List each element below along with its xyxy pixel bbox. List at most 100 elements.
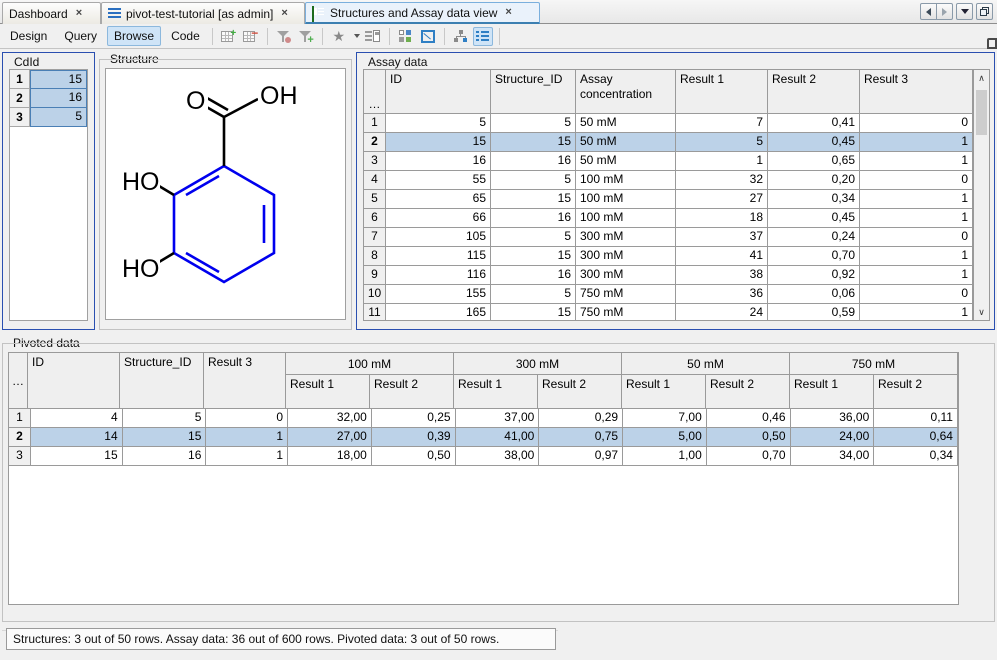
table-cell[interactable]: 55: [386, 171, 491, 190]
table-cell[interactable]: 750 mM: [576, 304, 676, 321]
pivot-col-header[interactable]: Result 3: [204, 353, 286, 409]
assay-col-header[interactable]: ID: [386, 70, 491, 114]
popout-button[interactable]: [418, 27, 438, 46]
table-cell[interactable]: 41: [676, 247, 768, 266]
table-cell[interactable]: 5: [491, 171, 576, 190]
table-cell[interactable]: 5: [491, 114, 576, 133]
table-cell[interactable]: 32: [676, 171, 768, 190]
assay-col-header[interactable]: Structure_ID: [491, 70, 576, 114]
grid-view-button[interactable]: [473, 27, 493, 46]
pivot-col-header[interactable]: Structure_ID: [120, 353, 204, 409]
table-cell[interactable]: 66: [386, 209, 491, 228]
scroll-down-button[interactable]: ∨: [974, 304, 989, 320]
table-cell[interactable]: 18,00: [288, 447, 372, 466]
pivot-group-header[interactable]: 100 mM: [286, 353, 454, 375]
table-cell[interactable]: 36: [676, 285, 768, 304]
table-cell[interactable]: 16: [491, 152, 576, 171]
table-cell[interactable]: 16: [491, 266, 576, 285]
table-cell[interactable]: 16: [491, 209, 576, 228]
table-row[interactable]: 1116515750 mM240,591: [364, 304, 973, 321]
table-cell[interactable]: 1: [860, 133, 973, 152]
tab-pivot-test-tutorial[interactable]: pivot-test-tutorial [as admin] ×: [101, 2, 305, 24]
table-row[interactable]: 3161650 mM10,651: [364, 152, 973, 171]
table-cell[interactable]: 0,70: [707, 447, 791, 466]
table-cell[interactable]: 0,45: [768, 133, 860, 152]
cdid-value[interactable]: 15: [30, 70, 87, 89]
pivot-sub-header[interactable]: Result 1: [454, 375, 538, 409]
table-cell[interactable]: 0,92: [768, 266, 860, 285]
table-cell[interactable]: 1: [206, 447, 288, 466]
table-cell[interactable]: 15: [31, 447, 123, 466]
table-cell[interactable]: 100 mM: [576, 171, 676, 190]
table-cell[interactable]: 0,20: [768, 171, 860, 190]
table-cell[interactable]: 37,00: [456, 409, 540, 428]
table-cell[interactable]: 300 mM: [576, 247, 676, 266]
menu-browse[interactable]: Browse: [107, 26, 161, 46]
cdid-row[interactable]: 1 15: [10, 70, 87, 89]
menu-design[interactable]: Design: [3, 26, 54, 46]
table-row[interactable]: 31516118,000,5038,000,971,000,7034,000,3…: [9, 447, 958, 466]
table-cell[interactable]: 7: [676, 114, 768, 133]
table-cell[interactable]: 41,00: [456, 428, 540, 447]
table-row[interactable]: 66616100 mM180,451: [364, 209, 973, 228]
table-cell[interactable]: 1: [860, 209, 973, 228]
table-cell[interactable]: 27: [676, 190, 768, 209]
table-cell[interactable]: 15: [491, 247, 576, 266]
table-row[interactable]: 21415127,000,3941,000,755,000,5024,000,6…: [9, 428, 958, 447]
table-row[interactable]: 15550 mM70,410: [364, 114, 973, 133]
table-cell[interactable]: 5: [491, 228, 576, 247]
table-cell[interactable]: 15: [123, 428, 207, 447]
assay-data-grid[interactable]: …IDStructure_IDAssay concentrationResult…: [363, 69, 974, 321]
table-cell[interactable]: 1,00: [623, 447, 707, 466]
table-cell[interactable]: 1: [676, 152, 768, 171]
pivot-sub-header[interactable]: Result 1: [622, 375, 706, 409]
table-cell[interactable]: 1: [860, 304, 973, 321]
table-cell[interactable]: 7,00: [623, 409, 707, 428]
tab-scroll-left-button[interactable]: [920, 3, 937, 20]
scrollbar-thumb[interactable]: [976, 90, 987, 135]
assay-col-header[interactable]: Assay concentration: [576, 70, 676, 114]
tab-list-dropdown-button[interactable]: [956, 3, 973, 20]
cdid-value[interactable]: 16: [30, 89, 87, 108]
table-cell[interactable]: 15: [491, 304, 576, 321]
table-cell[interactable]: 0,34: [768, 190, 860, 209]
table-cell[interactable]: 4: [31, 409, 123, 428]
table-cell[interactable]: 0,45: [768, 209, 860, 228]
table-row[interactable]: 911616300 mM380,921: [364, 266, 973, 285]
pivot-sub-header[interactable]: Result 2: [706, 375, 790, 409]
filter-add-button[interactable]: +: [296, 27, 316, 46]
table-cell[interactable]: 100 mM: [576, 209, 676, 228]
table-row[interactable]: 71055300 mM370,240: [364, 228, 973, 247]
table-cell[interactable]: 15: [491, 190, 576, 209]
cdid-row[interactable]: 2 16: [10, 89, 87, 108]
table-cell[interactable]: 16: [386, 152, 491, 171]
table-cell[interactable]: 32,00: [288, 409, 372, 428]
tab-close-icon[interactable]: ×: [76, 8, 82, 19]
pivot-group-header[interactable]: 750 mM: [790, 353, 958, 375]
table-cell[interactable]: 0,06: [768, 285, 860, 304]
table-cell[interactable]: 0: [860, 171, 973, 190]
table-cell[interactable]: 0,50: [372, 447, 456, 466]
menu-code[interactable]: Code: [164, 26, 207, 46]
table-cell[interactable]: 0,46: [707, 409, 791, 428]
table-cell[interactable]: 116: [386, 266, 491, 285]
pivot-group-header[interactable]: 300 mM: [454, 353, 622, 375]
table-cell[interactable]: 27,00: [288, 428, 372, 447]
pivot-sub-header[interactable]: Result 1: [286, 375, 370, 409]
table-cell[interactable]: 16: [123, 447, 207, 466]
table-row[interactable]: 56515100 mM270,341: [364, 190, 973, 209]
table-row[interactable]: 145032,000,2537,000,297,000,4636,000,11: [9, 409, 958, 428]
table-cell[interactable]: 50 mM: [576, 152, 676, 171]
table-cell[interactable]: 0,24: [768, 228, 860, 247]
table-cell[interactable]: 155: [386, 285, 491, 304]
table-cell[interactable]: 1: [860, 266, 973, 285]
table-row[interactable]: 2151550 mM50,451: [364, 133, 973, 152]
table-cell[interactable]: 1: [206, 428, 288, 447]
tab-scroll-right-button[interactable]: [936, 3, 953, 20]
table-row[interactable]: 811515300 mM410,701: [364, 247, 973, 266]
table-cell[interactable]: 5: [123, 409, 207, 428]
table-cell[interactable]: 0: [860, 285, 973, 304]
table-cell[interactable]: 0,97: [539, 447, 623, 466]
table-cell[interactable]: 165: [386, 304, 491, 321]
table-cell[interactable]: 5: [491, 285, 576, 304]
